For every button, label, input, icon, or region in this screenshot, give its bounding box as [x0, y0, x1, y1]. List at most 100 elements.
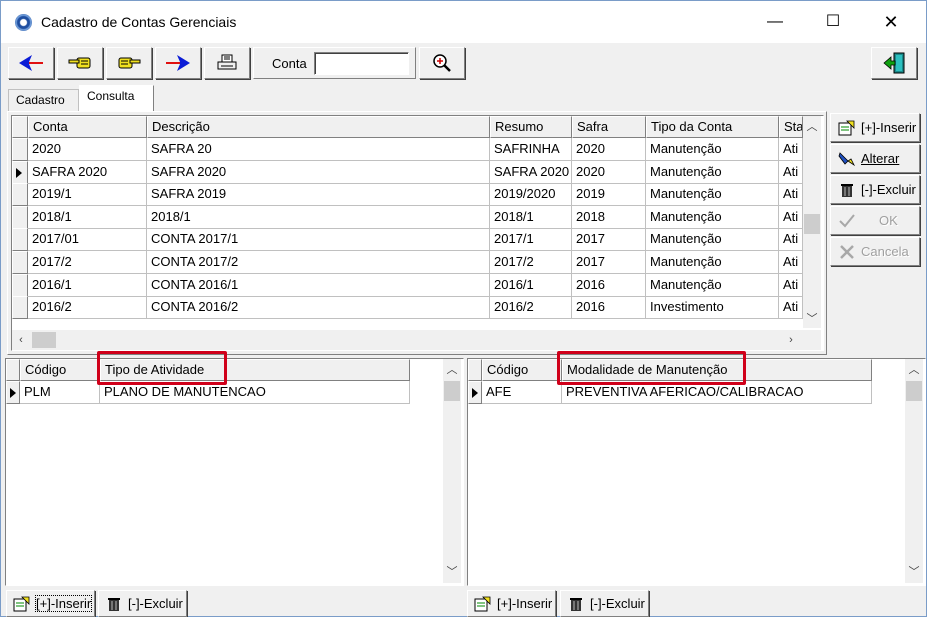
- scroll-up-arrow-icon[interactable]: ︿: [803, 118, 821, 136]
- tab-consulta[interactable]: Consulta: [79, 85, 154, 111]
- modality-insert-button[interactable]: [+]-Inserir: [467, 590, 556, 617]
- cell-status[interactable]: Ati: [779, 138, 803, 161]
- cell-tipo-conta[interactable]: Manutenção: [646, 183, 779, 207]
- cell-conta[interactable]: 2017/2: [28, 251, 147, 274]
- cell-status[interactable]: Ati: [779, 183, 803, 207]
- modality-grid-vscroll[interactable]: ︿ ﹀: [905, 359, 923, 583]
- cell-resumo[interactable]: 2018/1: [490, 205, 572, 229]
- activity-insert-button[interactable]: [+]-Inserir: [6, 590, 95, 617]
- column-header-tipo-conta[interactable]: Tipo da Conta: [646, 116, 779, 138]
- tab-cadastro[interactable]: Cadastro: [8, 89, 79, 111]
- cell-descricao[interactable]: SAFRA 2020: [147, 160, 490, 184]
- modality-name-cell[interactable]: PREVENTIVA AFERICAO/CALIBRACAO: [562, 381, 872, 404]
- contas-grid-hscroll[interactable]: ‹ ›: [12, 330, 821, 350]
- row-indicator[interactable]: [12, 251, 28, 274]
- last-record-button[interactable]: [155, 47, 201, 79]
- scroll-thumb[interactable]: [444, 381, 460, 401]
- activity-type-cell[interactable]: PLANO DE MANUTENCAO: [100, 381, 410, 404]
- cell-conta[interactable]: 2018/1: [28, 205, 147, 229]
- contas-grid[interactable]: Conta Descrição Resumo Safra Tipo da Con…: [11, 115, 824, 351]
- first-record-button[interactable]: [8, 47, 54, 79]
- column-header-resumo[interactable]: Resumo: [490, 116, 572, 138]
- cell-conta[interactable]: 2017/01: [28, 228, 147, 252]
- modality-code-cell[interactable]: AFE: [482, 381, 562, 404]
- scroll-down-arrow-icon[interactable]: ﹀: [443, 563, 461, 581]
- scroll-up-arrow-icon[interactable]: ︿: [905, 361, 923, 379]
- cell-conta[interactable]: 2019/1: [28, 183, 147, 207]
- column-header-codigo[interactable]: Código: [20, 359, 100, 381]
- cell-status[interactable]: Ati: [779, 273, 803, 297]
- activity-code-cell[interactable]: PLM: [20, 381, 100, 404]
- column-header-tipo-atividade[interactable]: Tipo de Atividade: [100, 359, 410, 381]
- row-indicator[interactable]: [12, 228, 28, 252]
- close-button[interactable]: ✕: [862, 1, 920, 43]
- cell-tipo-conta[interactable]: Manutenção: [646, 228, 779, 252]
- cell-resumo[interactable]: 2017/2: [490, 251, 572, 274]
- next-record-button[interactable]: [106, 47, 152, 79]
- cell-safra[interactable]: 2016: [572, 296, 646, 320]
- row-indicator[interactable]: [6, 381, 20, 404]
- cell-conta[interactable]: 2016/1: [28, 273, 147, 297]
- cell-status[interactable]: Ati: [779, 251, 803, 274]
- column-header-descricao[interactable]: Descrição: [147, 116, 490, 138]
- activity-delete-button[interactable]: [-]-Excluir: [98, 590, 187, 617]
- scroll-down-arrow-icon[interactable]: ﹀: [803, 310, 821, 328]
- scroll-up-arrow-icon[interactable]: ︿: [443, 361, 461, 379]
- cell-safra[interactable]: 2016: [572, 273, 646, 297]
- exit-button[interactable]: [871, 47, 917, 79]
- insert-button[interactable]: [+]-Inserir: [830, 113, 920, 142]
- cell-tipo-conta[interactable]: Manutenção: [646, 160, 779, 184]
- maximize-button[interactable]: ☐: [804, 1, 862, 43]
- row-indicator[interactable]: [12, 273, 28, 297]
- ok-button[interactable]: OK: [830, 206, 920, 235]
- column-header-conta[interactable]: Conta: [28, 116, 147, 138]
- row-indicator[interactable]: [468, 381, 482, 404]
- cell-resumo[interactable]: 2019/2020: [490, 183, 572, 207]
- previous-record-button[interactable]: [57, 47, 103, 79]
- print-button[interactable]: [204, 47, 250, 79]
- delete-button[interactable]: [-]-Excluir: [830, 175, 920, 204]
- column-header-status[interactable]: Sta: [779, 116, 803, 138]
- scroll-left-arrow-icon[interactable]: ‹: [12, 331, 30, 349]
- cell-descricao[interactable]: CONTA 2016/1: [147, 273, 490, 297]
- scroll-thumb[interactable]: [804, 214, 820, 234]
- cell-safra[interactable]: 2019: [572, 183, 646, 207]
- cell-status[interactable]: Ati: [779, 296, 803, 320]
- cell-status[interactable]: Ati: [779, 160, 803, 184]
- scroll-thumb[interactable]: [906, 381, 922, 401]
- cell-safra[interactable]: 2017: [572, 228, 646, 252]
- modality-grid[interactable]: Código Modalidade de Manutenção AFE PREV…: [467, 358, 926, 586]
- cell-conta[interactable]: 2020: [28, 138, 147, 161]
- modality-delete-button[interactable]: [-]-Excluir: [560, 590, 649, 617]
- cell-descricao[interactable]: 2018/1: [147, 205, 490, 229]
- edit-button[interactable]: Alterar: [830, 144, 920, 173]
- cell-safra[interactable]: 2020: [572, 160, 646, 184]
- cell-status[interactable]: Ati: [779, 205, 803, 229]
- column-header-modalidade[interactable]: Modalidade de Manutenção: [562, 359, 872, 381]
- cell-descricao[interactable]: SAFRA 2019: [147, 183, 490, 207]
- cell-tipo-conta[interactable]: Manutenção: [646, 138, 779, 161]
- row-indicator[interactable]: [12, 183, 28, 207]
- row-indicator[interactable]: [12, 160, 28, 184]
- cell-tipo-conta[interactable]: Investimento: [646, 296, 779, 320]
- cell-tipo-conta[interactable]: Manutenção: [646, 273, 779, 297]
- column-header-codigo[interactable]: Código: [482, 359, 562, 381]
- cell-conta[interactable]: SAFRA 2020: [28, 160, 147, 184]
- cell-conta[interactable]: 2016/2: [28, 296, 147, 320]
- search-button[interactable]: [419, 47, 465, 79]
- row-indicator[interactable]: [12, 138, 28, 161]
- cell-tipo-conta[interactable]: Manutenção: [646, 251, 779, 274]
- minimize-button[interactable]: —: [746, 1, 804, 43]
- contas-grid-vscroll[interactable]: ︿ ﹀: [803, 116, 821, 328]
- scroll-right-arrow-icon[interactable]: ›: [782, 331, 800, 349]
- column-header-safra[interactable]: Safra: [572, 116, 646, 138]
- cell-safra[interactable]: 2017: [572, 251, 646, 274]
- cell-safra[interactable]: 2018: [572, 205, 646, 229]
- row-indicator[interactable]: [12, 205, 28, 229]
- cell-descricao[interactable]: CONTA 2017/2: [147, 251, 490, 274]
- conta-input[interactable]: [314, 52, 409, 75]
- cell-descricao[interactable]: SAFRA 20: [147, 138, 490, 161]
- cell-safra[interactable]: 2020: [572, 138, 646, 161]
- cell-resumo[interactable]: 2017/1: [490, 228, 572, 252]
- activity-grid[interactable]: Código Tipo de Atividade PLM PLANO DE MA…: [5, 358, 464, 586]
